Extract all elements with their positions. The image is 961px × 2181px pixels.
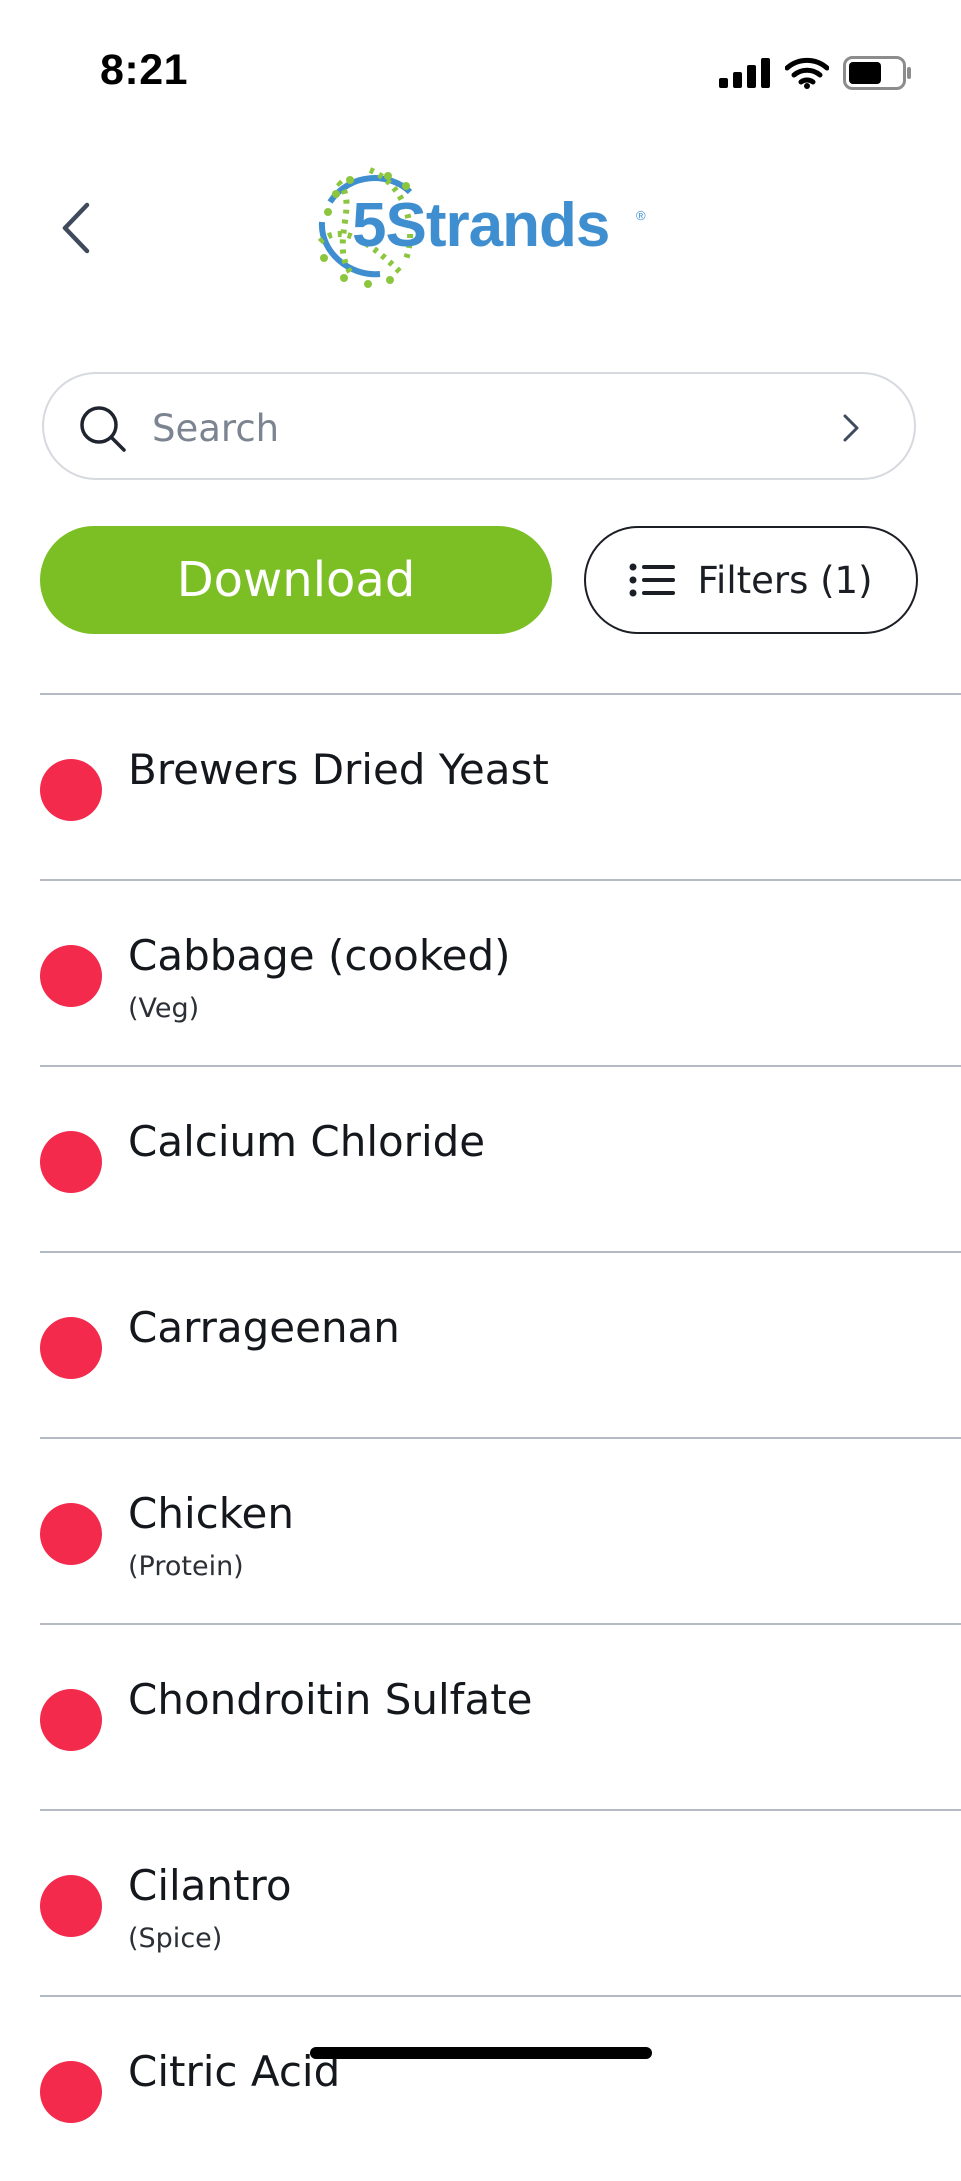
list-item[interactable]: Citric Acid xyxy=(40,1995,961,2181)
wifi-icon xyxy=(785,57,829,89)
item-name: Chondroitin Sulfate xyxy=(128,1675,533,1724)
ingredient-list: Brewers Dried Yeast Cabbage (cooked) (Ve… xyxy=(40,693,961,2181)
download-button[interactable]: Download xyxy=(40,526,552,634)
item-name: Calcium Chloride xyxy=(128,1117,486,1166)
list-item[interactable]: Chondroitin Sulfate xyxy=(40,1623,961,1809)
status-dot xyxy=(40,1689,102,1751)
status-dot xyxy=(40,945,102,1007)
home-indicator[interactable] xyxy=(310,2047,652,2059)
status-dot xyxy=(40,1503,102,1565)
list-item[interactable]: Calcium Chloride xyxy=(40,1065,961,1251)
item-name: Cilantro xyxy=(128,1861,292,1910)
item-name: Carrageenan xyxy=(128,1303,400,1352)
search-bar[interactable] xyxy=(42,372,916,480)
list-item[interactable]: Carrageenan xyxy=(40,1251,961,1437)
status-time: 8:21 xyxy=(100,46,189,94)
status-dot xyxy=(40,1131,102,1193)
back-button[interactable] xyxy=(52,196,100,260)
list-item[interactable]: Chicken (Protein) xyxy=(40,1437,961,1623)
list-item[interactable]: Brewers Dried Yeast xyxy=(40,693,961,879)
item-name: Chicken xyxy=(128,1489,294,1538)
item-name: Cabbage (cooked) xyxy=(128,931,511,980)
chevron-left-icon xyxy=(62,202,90,254)
item-category: (Protein) xyxy=(128,1551,244,1582)
item-name: Citric Acid xyxy=(128,2047,341,2096)
status-dot xyxy=(40,1875,102,1937)
list-item[interactable]: Cabbage (cooked) (Veg) xyxy=(40,879,961,1065)
filters-label: Filters (1) xyxy=(697,558,873,602)
item-category: (Spice) xyxy=(128,1923,223,1954)
chevron-right-icon[interactable] xyxy=(840,412,862,444)
status-dot xyxy=(40,759,102,821)
list-filter-icon xyxy=(629,563,676,597)
status-dot xyxy=(40,2061,102,2123)
registered-mark: ® xyxy=(636,208,646,223)
status-icons xyxy=(719,56,913,90)
filters-button[interactable]: Filters (1) xyxy=(584,526,918,634)
cellular-signal-icon xyxy=(719,58,770,88)
app-logo: 5Strands ® xyxy=(310,162,646,292)
status-dot xyxy=(40,1317,102,1379)
list-item[interactable]: Cilantro (Spice) xyxy=(40,1809,961,1995)
search-input[interactable] xyxy=(150,394,834,462)
item-category: (Veg) xyxy=(128,993,200,1024)
battery-icon xyxy=(843,56,911,90)
logo-wordmark: 5Strands xyxy=(352,191,610,260)
search-icon xyxy=(80,406,126,452)
item-name: Brewers Dried Yeast xyxy=(128,745,549,794)
